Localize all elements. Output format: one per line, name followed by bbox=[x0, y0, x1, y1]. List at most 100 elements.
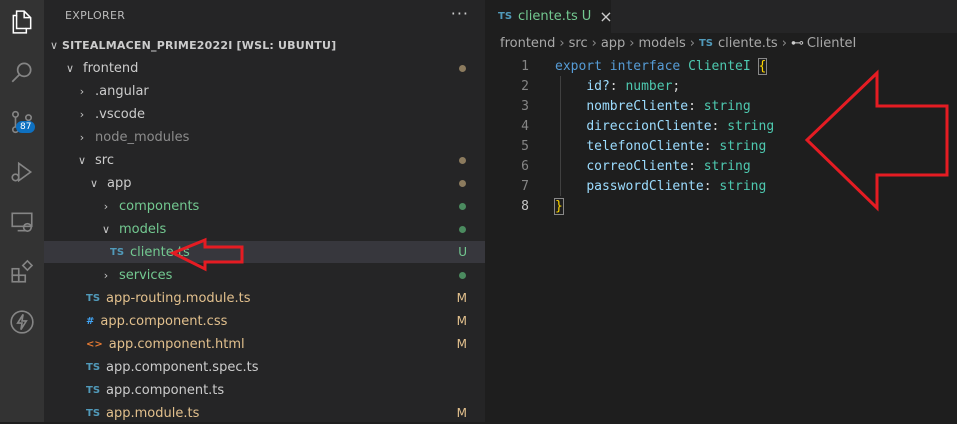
tree-item-label: models bbox=[119, 221, 167, 237]
line-number: 6 bbox=[521, 158, 529, 174]
chevron-down-icon: ∨ bbox=[101, 222, 111, 236]
code-line: 3 nombreCliente: string bbox=[485, 96, 957, 116]
source-control-badge: 87 bbox=[16, 121, 36, 133]
tree-item-label: .angular bbox=[95, 83, 149, 99]
tree-item-label: frontend bbox=[83, 60, 139, 76]
tree-item-label: src bbox=[95, 152, 114, 168]
code-line: 1 export interface ClienteI { bbox=[485, 56, 957, 76]
code-token: { bbox=[757, 57, 768, 75]
code-token: passwordCliente bbox=[586, 178, 704, 194]
chevron-right-icon: › bbox=[79, 130, 85, 144]
chevron-down-icon: ∨ bbox=[49, 38, 59, 52]
code-line: 6 correoCliente: string bbox=[485, 156, 957, 176]
workspace-root[interactable]: ∨ SITEALMACEN_PRIME2022I [WSL: UBUNTU] bbox=[44, 34, 485, 56]
code-line: 2 id?: number; bbox=[485, 76, 957, 96]
explorer-icon[interactable] bbox=[0, 0, 44, 44]
code-token: interface bbox=[609, 58, 681, 74]
tab-status: U bbox=[581, 9, 592, 24]
tree-item-label: services bbox=[119, 267, 173, 283]
explorer-title: EXPLORER bbox=[65, 9, 126, 22]
code-token: string bbox=[719, 138, 767, 154]
extensions-icon[interactable] bbox=[0, 250, 44, 294]
search-icon[interactable] bbox=[0, 50, 44, 94]
git-status-dot bbox=[459, 271, 466, 279]
code-line: 4 direccionCliente: string bbox=[485, 116, 957, 136]
typescript-icon: TS bbox=[86, 292, 101, 304]
git-status-dot bbox=[459, 202, 466, 210]
tree-item-file-app-component-css[interactable]: # app.component.css M bbox=[44, 310, 485, 332]
code-token: : bbox=[711, 118, 728, 134]
more-actions-button[interactable]: ··· bbox=[451, 4, 469, 23]
tree-item-folder-frontend[interactable]: ∨ frontend bbox=[44, 57, 485, 79]
tree-item-label: app-routing.module.ts bbox=[106, 290, 251, 306]
code-token: export bbox=[555, 58, 602, 74]
chevron-down-icon: ∨ bbox=[65, 61, 75, 75]
tree-item-label: app.component.spec.ts bbox=[106, 359, 259, 375]
tree-item-label: .vscode bbox=[95, 106, 145, 122]
git-status-badge: M bbox=[456, 337, 467, 351]
breadcrumb-frontend[interactable]: frontend bbox=[500, 36, 555, 51]
tab-label: cliente.ts bbox=[518, 9, 578, 24]
code-line: 5 telefonoCliente: string bbox=[485, 136, 957, 156]
code-line: 7 passwordCliente: string bbox=[485, 176, 957, 196]
chevron-right-icon: › bbox=[79, 107, 85, 121]
tree-item-folder-node-modules[interactable]: › node_modules bbox=[44, 126, 485, 148]
chevron-right-icon: › bbox=[591, 36, 597, 51]
git-status-badge: M bbox=[456, 406, 467, 420]
tree-item-file-app-module-ts[interactable]: TS app.module.ts M bbox=[44, 402, 485, 424]
line-number: 4 bbox=[521, 118, 529, 134]
tree-item-file-app-component-spec-ts[interactable]: TS app.component.spec.ts bbox=[44, 356, 485, 378]
chevron-right-icon: › bbox=[629, 36, 635, 51]
tree-item-label: components bbox=[119, 198, 200, 214]
tree-item-label: app bbox=[107, 175, 132, 191]
breadcrumb-file[interactable]: cliente.ts bbox=[718, 36, 778, 51]
tree-item-file-app-component-html[interactable]: <> app.component.html M bbox=[44, 333, 485, 355]
tab-cliente-ts[interactable]: TS cliente.ts U × bbox=[485, 0, 613, 33]
run-debug-icon[interactable] bbox=[0, 150, 44, 194]
tree-item-folder-components[interactable]: › components bbox=[44, 195, 485, 217]
workspace-root-label: SITEALMACEN_PRIME2022I [WSL: UBUNTU] bbox=[62, 38, 337, 52]
close-icon[interactable]: × bbox=[599, 7, 612, 26]
typescript-icon: TS bbox=[698, 38, 713, 49]
tree-item-folder-models[interactable]: ∨ models bbox=[44, 218, 485, 240]
typescript-icon: TS bbox=[498, 11, 513, 22]
typescript-icon: TS bbox=[86, 407, 101, 419]
tree-item-file-cliente-ts[interactable]: TS cliente.ts U bbox=[44, 241, 485, 263]
code-token: string bbox=[719, 178, 767, 194]
tree-item-folder-services[interactable]: › services bbox=[44, 264, 485, 286]
chevron-right-icon: › bbox=[103, 199, 109, 213]
explorer-sidebar: EXPLORER ··· ∨ SITEALMACEN_PRIME2022I [W… bbox=[44, 0, 485, 422]
tree-item-file-app-component-ts[interactable]: TS app.component.ts bbox=[44, 379, 485, 401]
tab-bar: TS cliente.ts U × bbox=[485, 0, 957, 33]
chevron-right-icon: › bbox=[559, 36, 565, 51]
line-number: 8 bbox=[521, 198, 529, 214]
breadcrumb-src[interactable]: src bbox=[569, 36, 588, 51]
tree-item-folder-src[interactable]: ∨ src bbox=[44, 149, 485, 171]
breadcrumb-models[interactable]: models bbox=[639, 36, 686, 51]
code-token: : bbox=[688, 158, 704, 174]
lightning-icon[interactable] bbox=[0, 300, 44, 344]
code-token: direccionCliente bbox=[586, 118, 712, 134]
git-status-dot bbox=[459, 225, 466, 233]
tree-item-label: app.module.ts bbox=[106, 405, 200, 421]
code-token: id? bbox=[586, 78, 610, 94]
tree-item-folder-app[interactable]: ∨ app bbox=[44, 172, 485, 194]
tree-item-label: cliente.ts bbox=[130, 244, 190, 260]
indent-guide bbox=[560, 76, 561, 196]
tree-item-folder-vscode[interactable]: › .vscode bbox=[44, 103, 485, 125]
tree-item-file-app-routing-module-ts[interactable]: TS app-routing.module.ts M bbox=[44, 287, 485, 309]
tree-item-folder-angular[interactable]: › .angular bbox=[44, 80, 485, 102]
tree-item-label: app.component.css bbox=[100, 313, 228, 329]
code-token: string bbox=[703, 158, 751, 174]
breadcrumb-app[interactable]: app bbox=[601, 36, 625, 51]
breadcrumb-symbol[interactable]: ClienteI bbox=[807, 36, 856, 51]
html-icon: <> bbox=[86, 338, 103, 350]
breadcrumb: frontend › src › app › models › TS cliente.t… bbox=[500, 36, 856, 51]
remote-explorer-icon[interactable] bbox=[0, 200, 44, 244]
typescript-icon: TS bbox=[86, 384, 101, 396]
code-token: string bbox=[703, 98, 751, 114]
code-token: number bbox=[625, 78, 673, 94]
code-token: correoCliente bbox=[586, 158, 689, 174]
typescript-icon: TS bbox=[86, 361, 101, 373]
git-status-badge: M bbox=[456, 314, 467, 328]
